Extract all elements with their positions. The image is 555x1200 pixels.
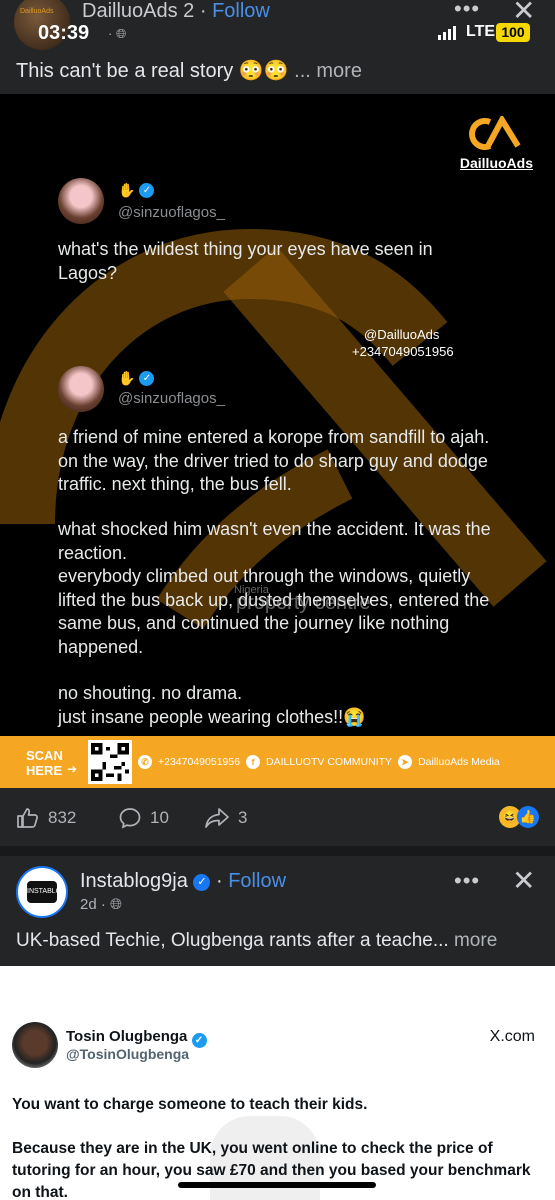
feed-divider — [0, 846, 555, 856]
avatar-logo: INSTABLOG — [27, 881, 67, 903]
tweet-badges: ✋ ✓ — [118, 182, 155, 199]
brand-logo: DailluoAds — [459, 113, 533, 171]
tweet-paragraph: a friend of mine entered a korope from s… — [58, 427, 490, 494]
see-more-link[interactable]: more — [449, 930, 497, 951]
tweet-text: what's the wildest thing your eyes have … — [58, 239, 433, 283]
tweet-avatar — [58, 366, 104, 412]
author-name-text: Tosin Olugbenga — [66, 1028, 188, 1045]
comment-button[interactable]: 10 — [118, 806, 169, 830]
qr-code[interactable] — [88, 740, 132, 784]
telegram-icon: ➤ — [398, 755, 413, 769]
arrow-right-icon: ➜ — [67, 762, 78, 776]
page-name[interactable]: Instablog9ja — [80, 870, 188, 892]
avatar-brand-text: DailluoAds — [20, 8, 54, 15]
page-name-row: DailluoAds 2 · Follow — [82, 0, 270, 23]
page-avatar[interactable]: INSTABLOG — [16, 866, 68, 918]
globe-icon: 🌐︎ — [110, 896, 123, 913]
status-time: 03:39 — [38, 22, 90, 44]
share-icon — [205, 808, 229, 828]
brand-logo-icon — [469, 113, 521, 150]
scan-label: SCAN HERE — [26, 748, 63, 778]
page-name[interactable]: DailluoAds 2 — [82, 0, 194, 22]
post-caption[interactable]: This can't be a real story 😳😳 ... more — [16, 58, 362, 83]
like-reaction-icon: 👍 — [517, 806, 539, 828]
whatsapp-number[interactable]: +2347049051956 — [158, 756, 240, 768]
reaction-summary[interactable]: 😆 👍 — [499, 806, 539, 828]
qr-code-icon — [91, 743, 129, 781]
caption-text: UK-based Techie, Olugbenga rants after a… — [16, 930, 449, 951]
follow-button[interactable]: Follow — [212, 0, 270, 22]
caption-text: This can't be a real story 😳😳 — [16, 60, 289, 82]
comment-count: 10 — [150, 808, 169, 827]
share-button[interactable]: 3 — [204, 806, 247, 830]
tweet-handle: @sinzuoflagos_ — [118, 390, 225, 407]
contact-overlay: @DailluoAds +2347049051956 — [352, 326, 454, 360]
contact-phone: +2347049051956 — [352, 344, 454, 359]
tweet-author-handle: @TosinOlugbenga — [66, 1046, 190, 1062]
network-label: LTE — [466, 23, 496, 40]
verified-icon: ✓ — [191, 1033, 207, 1048]
page-name-row: Instablog9ja ✓ · Follow — [80, 870, 286, 893]
contact-banner: SCAN HERE ➜ ✆ +2347049051956 f DAILLUOTV… — [0, 736, 555, 788]
separator: · — [216, 870, 229, 892]
tweet-avatar — [58, 178, 104, 224]
watermark-large: property centre — [236, 592, 371, 614]
verified-icon: ✓ — [139, 183, 155, 198]
banner-links: ✆ +2347049051956 f DAILLUOTV COMMUNITY ➤… — [138, 755, 500, 769]
source-label: X.com — [489, 1028, 535, 1045]
hand-icon: ✋ — [118, 370, 136, 386]
verified-icon: ✓ — [193, 874, 211, 891]
thumbs-up-icon — [17, 808, 38, 828]
whatsapp-icon: ✆ — [138, 755, 152, 769]
tweet-badges: ✋ ✓ — [118, 370, 155, 387]
see-more-link[interactable]: ... more — [294, 60, 362, 82]
embedded-tweet-image[interactable]: Tosin Olugbenga ✓ @TosinOlugbenga X.com … — [0, 966, 555, 1200]
home-indicator — [178, 1182, 376, 1188]
globe-icon: · 🌐︎ — [108, 26, 127, 41]
close-icon[interactable]: ✕ — [512, 864, 535, 897]
partner-watermark: Nigeria property centre — [180, 584, 371, 615]
contact-handle: @DailluoAds — [364, 327, 440, 342]
like-count: 832 — [48, 808, 77, 827]
facebook-icon: f — [246, 755, 261, 769]
post-time: 2d · — [80, 896, 111, 913]
post-caption[interactable]: UK-based Techie, Olugbenga rants after a… — [16, 930, 497, 952]
hand-icon: ✋ — [118, 182, 136, 198]
post-meta: 2d · 🌐︎ — [80, 896, 122, 913]
brand-name: DailluoAds — [459, 155, 533, 171]
post-image[interactable]: DailluoAds ✋ ✓ @sinzuoflagos_ what's the… — [0, 94, 555, 736]
post-header: INSTABLOG Instablog9ja ✓ · Follow 2d · 🌐… — [0, 856, 555, 966]
reaction-bar: 832 10 3 😆 👍 — [0, 788, 555, 846]
battery-icon: 100 — [496, 23, 530, 42]
more-options-icon[interactable]: ••• — [454, 868, 480, 894]
telegram-channel[interactable]: DailluoAds Media — [418, 756, 500, 768]
follow-button[interactable]: Follow — [228, 870, 286, 892]
tweet-paragraph: no shouting. no drama. just insane peopl… — [58, 683, 366, 727]
facebook-community[interactable]: DAILLUOTV COMMUNITY — [266, 756, 392, 768]
post-header: DailluoAds DailluoAds 2 · Follow 03:39 ·… — [0, 0, 555, 92]
tweet-line: Because they are in the UK, you went onl… — [12, 1140, 531, 1200]
tweet-avatar — [12, 1022, 58, 1068]
comment-icon — [119, 808, 141, 829]
separator: · — [194, 0, 213, 22]
tweet-handle: @sinzuoflagos_ — [118, 204, 225, 221]
tweet-line: You want to charge someone to teach thei… — [12, 1096, 368, 1113]
like-button[interactable]: 832 — [16, 806, 76, 830]
share-count: 3 — [238, 808, 248, 827]
more-options-icon[interactable]: ••• — [454, 0, 480, 22]
signal-icon — [438, 26, 456, 40]
verified-icon: ✓ — [139, 371, 155, 386]
tweet-author-name: Tosin Olugbenga ✓ — [66, 1028, 207, 1048]
